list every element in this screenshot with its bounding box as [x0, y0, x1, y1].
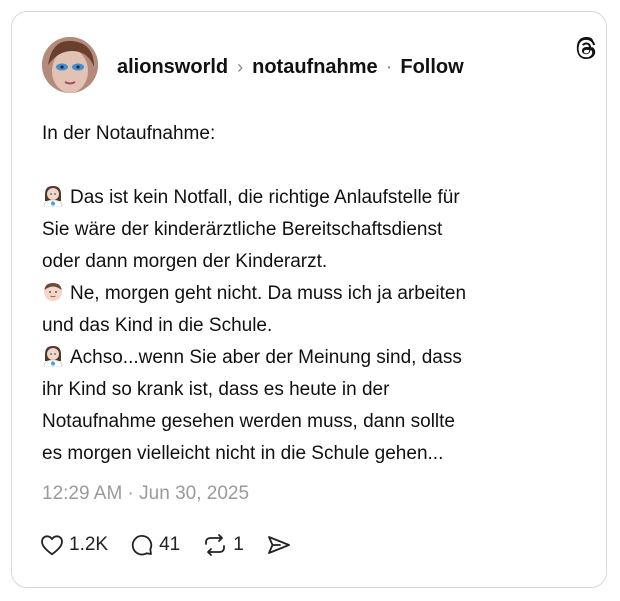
post-text-line-content: es morgen vielleicht nicht in die Schule… — [42, 443, 444, 464]
action-bar: 1.2K 41 1 — [40, 533, 319, 557]
post-text-line: Notaufnahme gesehen werden muss, dann so… — [42, 406, 582, 438]
share-button[interactable] — [266, 533, 297, 557]
post-header: alionsworld › notaufnahme · Follow — [42, 37, 600, 97]
send-icon — [267, 536, 290, 554]
post-text-line-content: und das Kind in die Schule. — [42, 315, 273, 336]
woman-health-worker-icon — [43, 346, 63, 367]
post-text-line-content: Sie wäre der kinderärztliche Bereitschaf… — [42, 219, 443, 240]
post-text-line: und das Kind in die Schule. — [42, 310, 582, 342]
repost-button[interactable]: 1 — [202, 533, 244, 557]
post-text-line: Achso...wenn Sie aber der Meinung sind, … — [42, 342, 582, 374]
post-text-line-content: Achso...wenn Sie aber der Meinung sind, … — [70, 347, 462, 368]
separator-dot: · — [385, 56, 393, 78]
community-name[interactable]: notaufnahme — [252, 56, 378, 79]
post-text-line-content: Das ist kein Notfall, die richtige Anlau… — [70, 187, 460, 208]
like-count: 1.2K — [69, 534, 109, 555]
like-button[interactable]: 1.2K — [40, 534, 108, 556]
post-text-line-content: oder dann morgen der Kinderarzt. — [42, 251, 328, 272]
reply-button[interactable]: 41 — [130, 533, 180, 557]
post-text-line-content: Ne, morgen geht nicht. Da muss ich ja ar… — [70, 283, 467, 304]
post-text: In der Notaufnahme: Das ist kein Notfall,… — [42, 118, 582, 470]
author-line: alionsworld › notaufnahme · Follow — [117, 56, 464, 79]
author-username[interactable]: alionsworld — [117, 56, 228, 79]
post-timestamp[interactable]: 12:29 AM · Jun 30, 2025 — [42, 483, 249, 505]
reply-count: 41 — [159, 534, 181, 555]
post-text-line-content: In der Notaufnahme: — [42, 123, 216, 144]
post-text-line: Das ist kein Notfall, die richtige Anlau… — [42, 182, 582, 214]
post-text-line: Sie wäre der kinderärztliche Bereitschaf… — [42, 214, 582, 246]
post-text-line-content: Notaufnahme gesehen werden muss, dann so… — [42, 411, 455, 432]
post-text-line — [42, 150, 582, 182]
post-text-line: In der Notaufnahme: — [42, 118, 582, 150]
post-text-line: Ne, morgen geht nicht. Da muss ich ja ar… — [42, 278, 582, 310]
man-face-icon — [44, 283, 62, 301]
post-text-line: ihr Kind so krank ist, dass es heute in … — [42, 374, 582, 406]
chevron-right-icon: › — [237, 57, 244, 77]
threads-logo-icon[interactable] — [572, 35, 600, 63]
post-text-line-content: ihr Kind so krank ist, dass es heute in … — [42, 379, 390, 400]
speech-bubble-icon — [131, 535, 153, 556]
repost-icon — [205, 534, 226, 556]
woman-health-worker-icon — [43, 186, 63, 207]
heart-icon — [41, 535, 63, 556]
post-text-line: oder dann morgen der Kinderarzt. — [42, 246, 582, 278]
avatar[interactable] — [42, 37, 98, 93]
post-text-line: es morgen vielleicht nicht in die Schule… — [42, 438, 582, 470]
repost-count: 1 — [233, 534, 244, 555]
follow-button[interactable]: Follow — [400, 56, 463, 79]
